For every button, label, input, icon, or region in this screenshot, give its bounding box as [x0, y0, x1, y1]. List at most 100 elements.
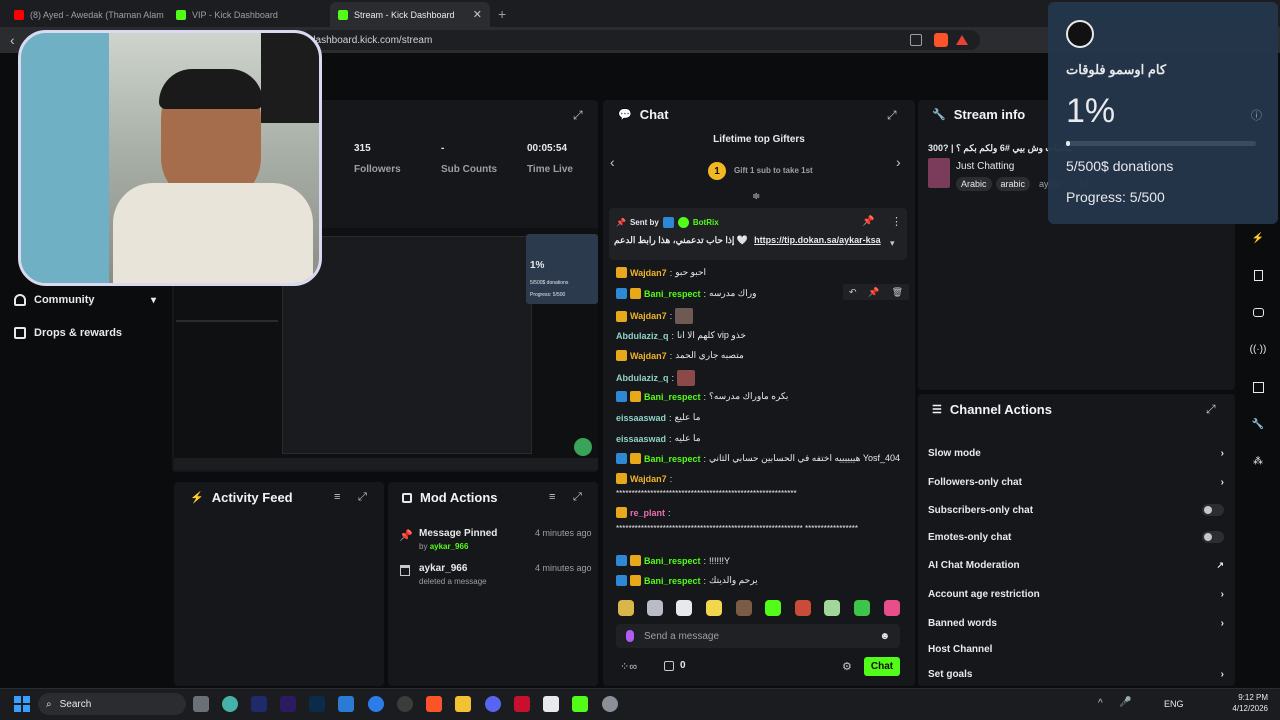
photoshop-icon[interactable] — [309, 696, 325, 712]
popout-icon[interactable]: ⤢ — [573, 108, 583, 123]
emote-icon[interactable] — [647, 600, 663, 616]
mod-action-user[interactable]: aykar_966 — [419, 563, 467, 574]
taskbar-clock[interactable]: 9:12 PM 4/12/2026 — [1232, 692, 1268, 714]
pinned-link[interactable]: https://tip.dokan.sa/aykar-ksa — [754, 235, 881, 246]
windows-start-icon[interactable] — [14, 696, 30, 712]
points-icon[interactable]: ⁘∞ — [620, 660, 637, 673]
file-explorer-icon[interactable] — [193, 696, 209, 712]
kick-icon[interactable] — [572, 696, 588, 712]
action-emotes-only[interactable]: Emotes-only chat — [928, 527, 1224, 547]
emote-icon[interactable] — [706, 600, 722, 616]
chat-message[interactable]: re_plant: — [616, 507, 671, 518]
brave-icon[interactable] — [426, 696, 442, 712]
emote-icon[interactable] — [736, 600, 752, 616]
collapse-icon[interactable]: ≑ — [752, 191, 760, 202]
chat-message[interactable]: eissaaswad: ما عليه — [616, 433, 701, 444]
share-icon[interactable] — [910, 34, 922, 46]
chat-message[interactable]: Abdulaziz_q: كلهم الا انا vip خذو — [616, 330, 746, 341]
emote-icon[interactable] — [884, 600, 900, 616]
unpin-icon[interactable]: 📌 — [862, 216, 874, 227]
rail-document-icon[interactable] — [1247, 264, 1269, 286]
reply-icon[interactable]: ↶ — [849, 287, 857, 298]
close-tab-icon[interactable]: ✕ — [473, 8, 482, 21]
action-account-age[interactable]: Account age restriction › — [928, 584, 1224, 604]
delete-icon[interactable]: 🗑 — [892, 287, 903, 298]
chat-message[interactable]: Wajdan7: — [616, 308, 694, 324]
microphone-tray-icon[interactable]: 🎤 — [1119, 697, 1131, 708]
chat-message[interactable]: Abdulaziz_q: — [616, 370, 696, 386]
app-icon[interactable] — [368, 696, 384, 712]
emote-icon[interactable] — [765, 600, 781, 616]
pin-icon[interactable]: 📌 — [868, 287, 879, 298]
chevron-right-icon[interactable]: › — [896, 154, 901, 170]
premiere-icon[interactable] — [280, 696, 296, 712]
vscode-icon[interactable] — [338, 696, 354, 712]
rail-chat-icon[interactable] — [1247, 301, 1269, 323]
brave-rewards-icon[interactable] — [956, 35, 968, 45]
address-bar[interactable]: dashboard.kick.com/stream — [300, 30, 980, 50]
emote-icon[interactable] — [824, 600, 840, 616]
back-icon[interactable]: ‹ — [10, 32, 15, 48]
rail-emotes-icon[interactable]: ⁂ — [1247, 450, 1269, 472]
app-icon[interactable] — [514, 696, 530, 712]
emote-icon[interactable] — [618, 600, 634, 616]
tray-chevron-icon[interactable]: ^ — [1098, 698, 1103, 709]
action-subscribers-only[interactable]: Subscribers-only chat — [928, 500, 1224, 520]
browser-tab-youtube[interactable]: (8) Ayed - Awedak (Thaman Alam Al — [6, 2, 166, 27]
taskbar-search[interactable]: ⌕ Search — [38, 693, 186, 715]
action-host-channel[interactable]: Host Channel — [928, 639, 1224, 659]
folder-icon[interactable] — [455, 696, 471, 712]
filter-icon[interactable]: ≡ — [334, 491, 340, 503]
category-name[interactable]: Just Chatting — [956, 161, 1014, 172]
popout-icon[interactable]: ⤢ — [573, 491, 582, 504]
action-ai-moderation[interactable]: AI Chat Moderation ↗ — [928, 555, 1224, 575]
action-slow-mode[interactable]: Slow mode › — [928, 443, 1224, 463]
action-banned-words[interactable]: Banned words › — [928, 613, 1224, 633]
chevron-left-icon[interactable]: ‹ — [610, 154, 615, 170]
chat-message[interactable]: Bani_respect: يرحم والديتك — [616, 575, 758, 586]
chat-message[interactable]: Wajdan7: احبو حبو — [616, 267, 706, 278]
popout-icon[interactable]: ⤢ — [1206, 402, 1216, 417]
chat-message[interactable]: Wajdan7: متصبه جاري الحمد — [616, 350, 744, 361]
chat-input[interactable]: Send a message ☻ — [616, 624, 900, 648]
sidebar-item-drops[interactable]: Drops & rewards — [14, 327, 122, 339]
chat-message[interactable]: Bani_respect: !!!!!!Y — [616, 555, 730, 566]
info-icon[interactable]: ⓘ — [1251, 107, 1262, 123]
subscribers-only-toggle[interactable] — [1202, 504, 1224, 516]
more-icon[interactable]: ⋮ — [891, 215, 902, 228]
chat-message[interactable]: Wajdan7: — [616, 473, 672, 484]
rail-wrench-icon[interactable]: 🔧 — [1247, 413, 1269, 435]
new-tab-icon[interactable]: + — [498, 6, 506, 22]
popout-icon[interactable]: ⤢ — [887, 108, 897, 123]
document-icon[interactable] — [543, 696, 559, 712]
popout-icon[interactable]: ⤢ — [358, 491, 367, 504]
browser-tab-stream[interactable]: Stream - Kick Dashboard ✕ — [330, 2, 490, 27]
sidebar-item-community[interactable]: Community ▾ — [14, 294, 156, 306]
action-set-goals[interactable]: Set goals › — [928, 664, 1224, 684]
microphone-icon[interactable] — [626, 630, 634, 642]
chat-message[interactable]: eissaaswad: ما عليع — [616, 412, 700, 423]
settings-icon[interactable] — [602, 696, 618, 712]
chatgpt-icon[interactable] — [397, 696, 413, 712]
chat-message[interactable]: Bani_respect: بكره ماوراك مدرسه؟ — [616, 391, 788, 402]
settings-gear-icon[interactable]: ⚙ — [842, 660, 852, 673]
rail-lightning-icon[interactable]: ⚡ — [1247, 227, 1269, 249]
emote-icon[interactable] — [854, 600, 870, 616]
rail-broadcast-icon[interactable]: ((·)) — [1247, 338, 1269, 360]
emotes-only-toggle[interactable] — [1202, 531, 1224, 543]
browser-tab-vip[interactable]: VIP - Kick Dashboard — [168, 2, 328, 27]
send-chat-button[interactable]: Chat — [864, 657, 900, 676]
emote-icon[interactable] — [795, 600, 811, 616]
chat-message[interactable]: Bani_respect: هييييييه اختفه في الحسابين… — [616, 453, 900, 464]
emoji-icon[interactable]: ☻ — [879, 631, 890, 642]
chevron-down-icon[interactable]: ▾ — [890, 238, 895, 249]
language-indicator[interactable]: ENG — [1164, 699, 1184, 709]
rail-layout-icon[interactable] — [1247, 376, 1269, 398]
discord-icon[interactable] — [485, 696, 501, 712]
action-followers-only[interactable]: Followers-only chat › — [928, 472, 1224, 492]
app-icon[interactable] — [222, 696, 238, 712]
brave-shield-icon[interactable] — [934, 33, 948, 47]
after-effects-icon[interactable] — [251, 696, 267, 712]
chat-message[interactable]: Bani_respect: وراك مدرسه — [616, 288, 756, 299]
emote-icon[interactable] — [676, 600, 692, 616]
